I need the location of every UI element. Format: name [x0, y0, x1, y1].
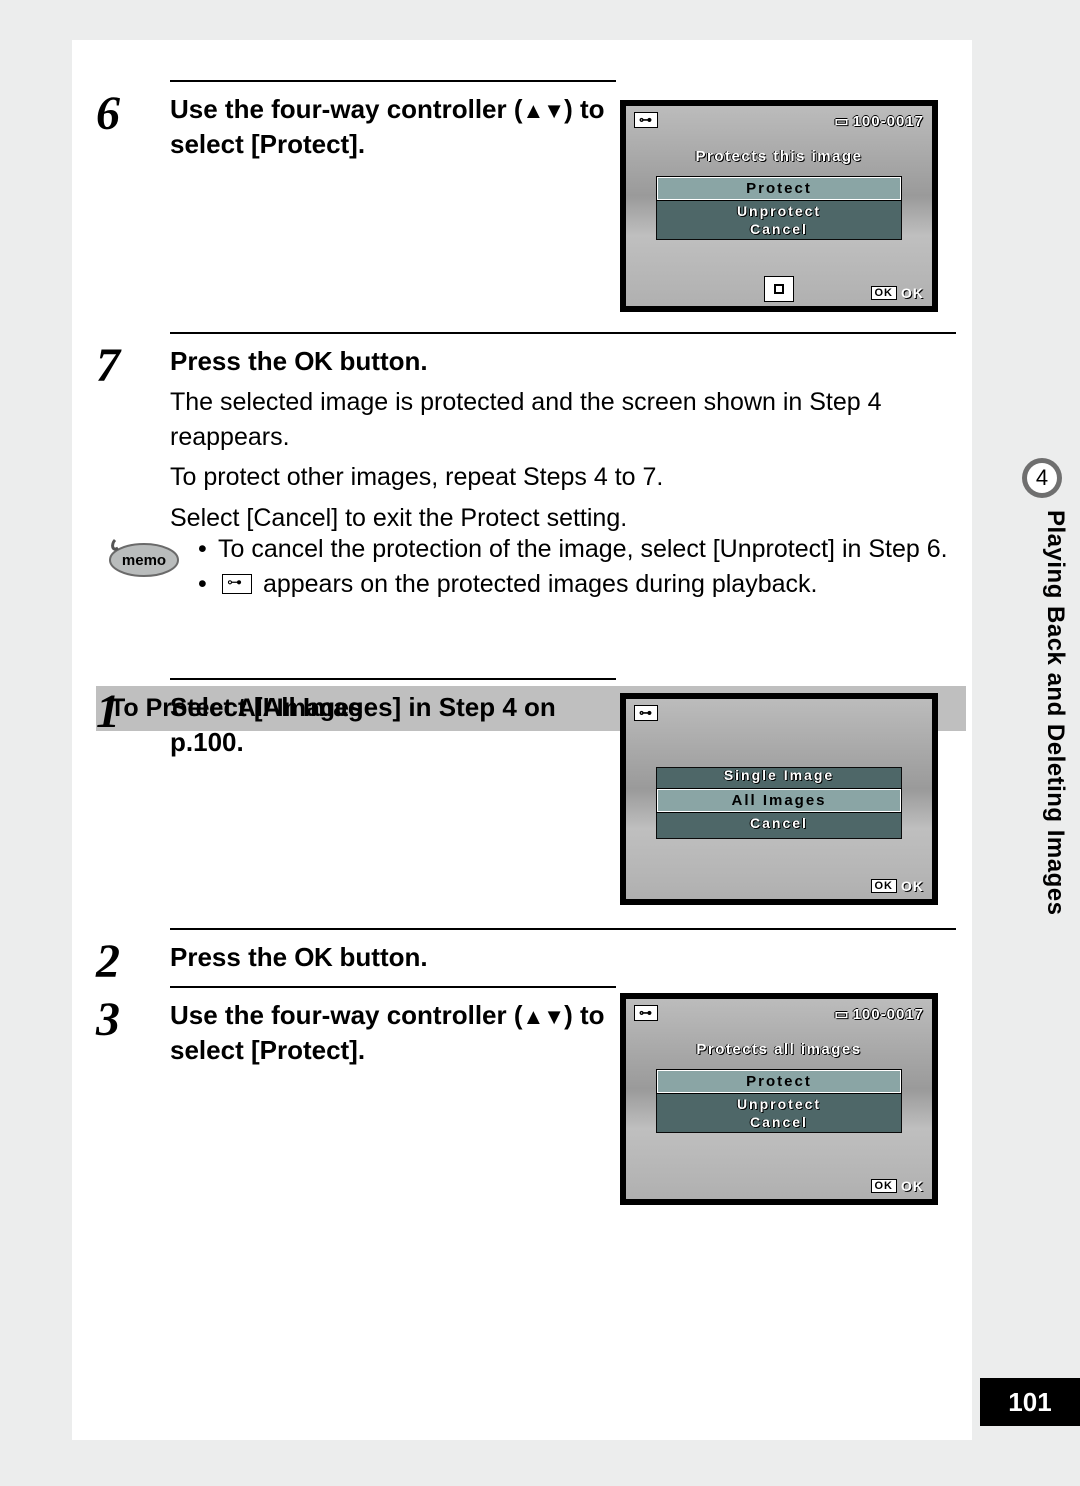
step-title: Press the OK button.	[170, 940, 952, 975]
lcd-menu-unprotect: Unprotect	[656, 1096, 902, 1114]
playback-frame-icon	[764, 276, 794, 302]
step7-body-3: Select [Cancel] to exit the Protect sett…	[170, 501, 952, 536]
step7-body-2: To protect other images, repeat Steps 4 …	[170, 460, 952, 495]
lcd-file-id: ▭100-0017	[834, 112, 924, 130]
page: 6 Use the four-way controller (▲▼) to se…	[0, 0, 1080, 1486]
step-number: 7	[96, 338, 166, 393]
chapter-title: Playing Back and Deleting Images	[1013, 510, 1069, 1030]
step-7: 7 Press the OK button. The selected imag…	[96, 332, 956, 535]
step-number: 1	[96, 684, 166, 739]
key-icon: ⊶	[634, 705, 658, 721]
memo-list: • To cancel the protection of the image,…	[198, 532, 970, 602]
memo-text-1: To cancel the protection of the image, s…	[218, 532, 948, 567]
lcd-menu-protect: Protect	[656, 176, 902, 201]
step7-title-prefix: Press the	[170, 346, 294, 376]
ok-button-glyph: OK	[294, 346, 332, 376]
lcd-menu-all-images: All Images	[656, 788, 902, 813]
step-all-2: 2 Press the OK button.	[96, 928, 956, 975]
lcd-caption: Protects this image	[626, 148, 932, 165]
lcd-ok-hint: OK OK	[871, 285, 925, 301]
lcd-screenshot-2: ⊶ Single Image All Images Cancel OK OK	[620, 693, 938, 905]
memo-bullet-1: • To cancel the protection of the image,…	[198, 532, 970, 567]
step-number: 2	[96, 934, 166, 989]
lcd-menu-single-image: Single Image	[656, 767, 902, 788]
bullet-dot: •	[198, 532, 218, 567]
bullet-dot: •	[198, 567, 218, 602]
lcd-file-id: ▭100-0017	[834, 1005, 924, 1023]
stepA2-title-suffix: button.	[332, 942, 427, 972]
lcd-menu-unprotect: Unprotect	[656, 203, 902, 221]
lcd-caption: Protects all images	[626, 1041, 932, 1058]
up-down-arrows: ▲▼	[523, 98, 565, 123]
step-all-3: 3 Use the four-way controller (▲▼) to se…	[96, 986, 616, 1068]
ok-button-glyph: OK	[294, 942, 332, 972]
ok-label: OK	[901, 878, 924, 894]
step-title: Press the OK button.	[170, 344, 952, 379]
ok-label: OK	[901, 285, 924, 301]
up-down-arrows: ▲▼	[523, 1004, 565, 1029]
memo-note: memo • To cancel the protection of the i…	[100, 532, 970, 602]
step-all-1: 1 Select [All Images] in Step 4 on p.100…	[96, 678, 616, 760]
ok-box-icon: OK	[871, 879, 898, 893]
stepA3-title-prefix: Use the four-way controller (	[170, 1000, 523, 1030]
memo-bullet-2: • appears on the protected images during…	[198, 567, 970, 602]
lcd-menu-cancel: Cancel	[656, 815, 902, 833]
stepA2-title-prefix: Press the	[170, 942, 294, 972]
lcd-ok-hint: OK OK	[871, 1178, 925, 1194]
content-area: 6 Use the four-way controller (▲▼) to se…	[72, 40, 972, 1440]
ok-label: OK	[901, 1178, 924, 1194]
lcd-screenshot-1: ⊶ ▭100-0017 Protects this image Protect …	[620, 100, 938, 312]
step6-title-prefix: Use the four-way controller (	[170, 94, 523, 124]
ok-box-icon: OK	[871, 286, 898, 300]
svg-text:memo: memo	[122, 552, 166, 569]
lcd-top-status: ⊶ ▭100-0017	[634, 112, 924, 130]
step-6: 6 Use the four-way controller (▲▼) to se…	[96, 80, 616, 162]
memo-text-2: appears on the protected images during p…	[256, 570, 817, 598]
lcd-screenshot-3: ⊶ ▭100-0017 Protects all images Protect …	[620, 993, 938, 1205]
step-number: 6	[96, 86, 166, 141]
chapter-number: 4	[1027, 463, 1057, 493]
lcd-menu: Single Image All Images Cancel	[656, 767, 902, 832]
lcd-top-status: ⊶ ▭100-0017	[634, 1005, 924, 1023]
lcd-menu-protect: Protect	[656, 1069, 902, 1094]
chapter-number-badge: 4	[1022, 458, 1062, 498]
lcd-top-status: ⊶	[634, 705, 924, 721]
page-number: 101	[980, 1378, 1080, 1426]
protect-key-icon	[222, 574, 252, 594]
step-title: Use the four-way controller (▲▼) to sele…	[170, 998, 612, 1068]
key-icon: ⊶	[634, 112, 658, 128]
lcd-menu-cancel: Cancel	[656, 221, 902, 239]
step7-title-suffix: button.	[332, 346, 427, 376]
lcd-menu: Protect Unprotect Cancel	[656, 176, 902, 238]
step-title: Use the four-way controller (▲▼) to sele…	[170, 92, 612, 162]
lcd-menu: Protect Unprotect Cancel	[656, 1069, 902, 1131]
memo-icon: memo	[102, 532, 182, 580]
step7-body-1: The selected image is protected and the …	[170, 385, 952, 454]
key-icon: ⊶	[634, 1005, 658, 1021]
lcd-menu-cancel: Cancel	[656, 1114, 902, 1132]
step-number: 3	[96, 992, 166, 1047]
ok-box-icon: OK	[871, 1179, 898, 1193]
lcd-ok-hint: OK OK	[871, 878, 925, 894]
step-title: Select [All Images] in Step 4 on p.100.	[170, 690, 612, 760]
